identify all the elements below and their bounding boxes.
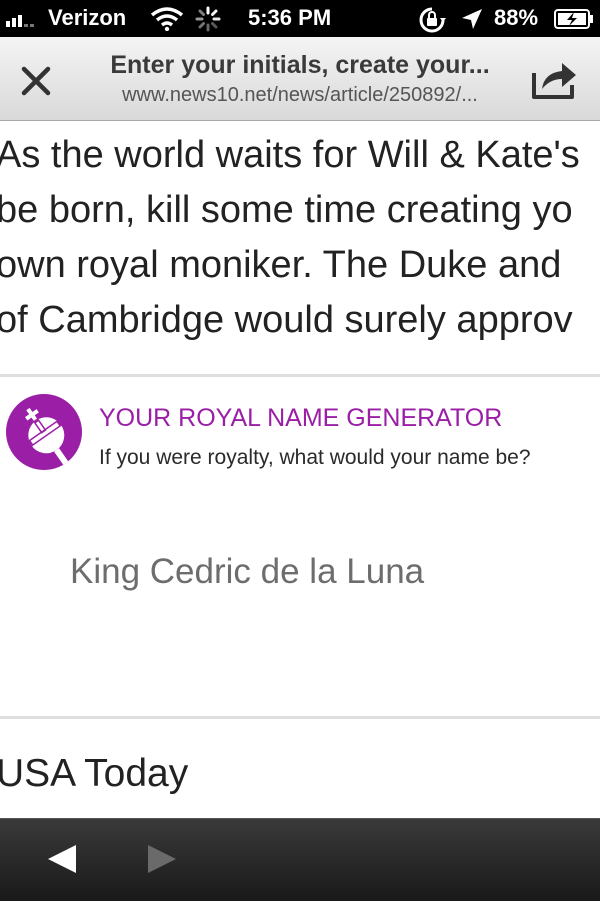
signal-strength-icon [6, 9, 34, 27]
wifi-icon [150, 7, 184, 31]
forward-arrow-icon[interactable] [144, 841, 180, 877]
divider [0, 374, 600, 377]
bottom-toolbar [0, 818, 600, 901]
crown-orb-icon [6, 394, 82, 470]
rotation-lock-icon [419, 7, 446, 33]
battery-charging-icon [554, 9, 593, 29]
status-bar: Verizon 5:36 PM 88% [0, 0, 600, 37]
loading-spinner-icon [195, 6, 221, 32]
widget-title: YOUR ROYAL NAME GENERATOR [99, 404, 503, 432]
share-icon[interactable] [528, 55, 580, 103]
source-label[interactable]: USA Today [0, 752, 188, 796]
browser-header: Enter your initials, create your... www.… [0, 37, 600, 121]
clock: 5:36 PM [248, 5, 332, 30]
article-line: of Cambridge would surely approv [0, 299, 573, 341]
location-arrow-icon [462, 9, 482, 29]
widget-subtitle: If you were royalty, what would your nam… [99, 446, 531, 469]
divider [0, 716, 600, 719]
article-line: As the world waits for Will & Kate's [0, 134, 580, 176]
article-body: As the world waits for Will & Kate's be … [0, 128, 600, 348]
carrier-name: Verizon [48, 5, 127, 30]
article-line: own royal moniker. The Duke and [0, 244, 562, 286]
back-arrow-icon[interactable] [44, 841, 80, 877]
page-title: Enter your initials, create your... [110, 51, 490, 79]
page-url[interactable]: www.news10.net/news/article/250892/... [70, 84, 530, 107]
close-icon[interactable] [14, 59, 58, 103]
generated-royal-name: King Cedric de la Luna [70, 552, 425, 591]
article-line: be born, kill some time creating yo [0, 189, 573, 231]
battery-percentage: 88% [494, 5, 539, 30]
